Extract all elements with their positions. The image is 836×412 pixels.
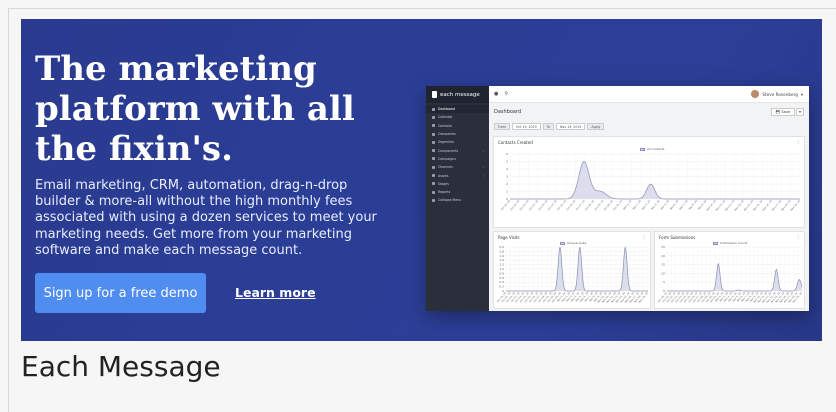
brand-logo-icon xyxy=(432,91,437,98)
sidebar-item-dashboard[interactable]: Dashboard xyxy=(426,105,489,114)
sidebar-item-companies[interactable]: Companies xyxy=(426,130,489,138)
user-name: Steve Rosenberg xyxy=(762,91,798,97)
y-tick-label: 1.6 xyxy=(499,254,504,258)
app-brand: each message xyxy=(426,86,489,103)
sidebar-item-label: Contacts xyxy=(438,123,453,128)
y-tick-label: 1.8 xyxy=(499,249,504,253)
y-tick-label: 2 xyxy=(506,182,508,186)
y-tick-label: 20 xyxy=(661,254,665,258)
sidebar-item-label: Companies xyxy=(438,132,456,137)
stages-icon xyxy=(432,182,435,186)
sidebar-item-assets[interactable]: Assets › xyxy=(426,171,489,179)
hero-title: The marketing platform with all the fixi… xyxy=(35,49,355,169)
assets-icon xyxy=(432,174,435,178)
save-button[interactable]: 💾 Save xyxy=(770,108,795,116)
brand-name: each message xyxy=(440,91,480,98)
app-topbar: each message ● ⚲ Steve Rosenberg ▾ xyxy=(426,86,809,103)
y-tick-label: 3 xyxy=(506,175,508,179)
series-area xyxy=(667,263,802,291)
hero-description: Email marketing, CRM, automation, drag-n… xyxy=(35,178,377,258)
y-tick-label: 5 xyxy=(663,280,665,284)
sidebar-nav: Dashboard Calendar Contacts Companies Segmen… xyxy=(426,103,489,311)
page-visits-panel: Page Visits ⋮ Unique visits 2.0 1.8 1.6 1.4… xyxy=(493,231,651,309)
sidebar-item-collapse-menu[interactable]: Collapse Menu xyxy=(426,196,489,204)
series-area xyxy=(510,161,800,199)
sidebar-item-campaigns[interactable]: Campaigns xyxy=(426,155,489,163)
signup-demo-button[interactable]: Sign up for a free demo xyxy=(35,273,206,313)
dashboard-main: Dashboard 💾 Save ▾ From Oct 19, 2019 To … xyxy=(489,103,809,311)
reports-icon xyxy=(432,190,435,194)
y-tick-label: 1.2 xyxy=(499,263,504,267)
to-date-input[interactable]: Nov 19, 2019 xyxy=(555,123,586,130)
collapse-icon xyxy=(432,198,435,202)
hero-banner: The marketing platform with all the fixi… xyxy=(21,19,822,341)
sidebar-item-label: Segments xyxy=(438,140,455,145)
user-menu[interactable]: Steve Rosenberg ▾ xyxy=(751,90,803,98)
y-tick-label: 0.2 xyxy=(499,285,504,289)
chevron-right-icon: › xyxy=(482,148,484,153)
components-icon xyxy=(432,149,435,153)
chevron-down-icon: ▾ xyxy=(800,91,803,97)
sidebar-item-label: Calendar xyxy=(438,115,453,120)
sidebar-item-segments[interactable]: Segments xyxy=(426,138,489,146)
page-visits-chart: 2.01.81.61.41.21.00.80.60.40.20Oct 19, 1… xyxy=(496,245,649,304)
y-tick-label: 5 xyxy=(506,160,508,164)
segments-icon xyxy=(432,140,435,144)
y-tick-label: 0.8 xyxy=(499,271,504,275)
sidebar-item-stages[interactable]: Stages xyxy=(426,180,489,188)
dashboard-icon xyxy=(432,107,435,111)
search-icon[interactable]: ⚲ xyxy=(504,91,508,97)
from-label: From xyxy=(494,123,510,130)
to-label: To xyxy=(542,123,554,130)
sidebar-item-label: Stages xyxy=(438,181,449,186)
save-dropdown-toggle[interactable]: ▾ xyxy=(796,108,804,116)
y-tick-label: 1.0 xyxy=(499,267,504,271)
sidebar-item-label: Components xyxy=(438,148,459,153)
x-tick-label: Oct 31, 19 xyxy=(613,199,624,211)
apply-button[interactable]: Apply xyxy=(587,123,605,130)
y-tick-label: 1 xyxy=(506,190,508,194)
y-tick-label: 2.0 xyxy=(499,245,504,249)
y-tick-label: 6 xyxy=(506,152,508,156)
bell-icon[interactable]: ● xyxy=(494,91,498,97)
sidebar-item-label: Campaigns xyxy=(438,156,456,161)
form-submissions-panel: Form Submissions ⋮ Submission Count 25 20… xyxy=(654,231,805,309)
avatar xyxy=(751,90,760,98)
x-tick-label: Nov 19, 19 xyxy=(790,199,801,211)
channels-icon xyxy=(432,165,435,169)
chevron-right-icon: › xyxy=(482,165,484,170)
page-title: Dashboard xyxy=(494,109,522,115)
y-tick-label: 0.6 xyxy=(499,276,504,280)
learn-more-link[interactable]: Learn more xyxy=(235,285,316,300)
sidebar-item-label: Assets xyxy=(438,173,449,178)
calendar-icon xyxy=(432,115,435,119)
y-tick-label: 25 xyxy=(661,245,665,249)
dashboard-screenshot: each message ● ⚲ Steve Rosenberg ▾ Dashb… xyxy=(426,86,809,311)
sidebar-item-label: Collapse Menu xyxy=(438,198,462,203)
sidebar-item-channels[interactable]: Channels › xyxy=(426,163,489,171)
form-submissions-chart: 2520151050Oct 19, 19Oct 20, 19Oct 21, 19… xyxy=(657,245,803,304)
y-tick-label: 0.4 xyxy=(499,280,504,284)
chevron-right-icon: › xyxy=(482,173,484,178)
y-tick-label: 1.4 xyxy=(499,258,504,262)
from-date-input[interactable]: Oct 19, 2019 xyxy=(511,123,541,130)
card-caption: Each Message xyxy=(21,350,221,383)
y-tick-label: 10 xyxy=(661,271,665,275)
campaigns-icon xyxy=(432,157,435,161)
sidebar-item-label: Reports xyxy=(438,190,451,195)
y-tick-label: 4 xyxy=(506,167,508,171)
sidebar-item-components[interactable]: Components › xyxy=(426,146,489,154)
sidebar-item-contacts[interactable]: Contacts xyxy=(426,122,489,130)
contacts-created-panel: Contacts Created ⋮ All contacts 6543210O… xyxy=(493,136,805,228)
sidebar-item-reports[interactable]: Reports xyxy=(426,188,489,196)
series-line xyxy=(667,262,803,292)
sidebar-item-label: Dashboard xyxy=(438,107,456,112)
y-tick-label: 15 xyxy=(661,263,665,267)
sidebar-item-calendar[interactable]: Calendar xyxy=(426,113,489,121)
sidebar-item-label: Channels xyxy=(438,165,453,170)
date-filter: From Oct 19, 2019 To Nov 19, 2019 Apply xyxy=(494,123,605,130)
companies-icon xyxy=(432,132,435,136)
contacts-created-chart: 6543210Oct 19, 19 Oct 20, 19 Oct 21, 19 Oct… xyxy=(500,152,801,212)
contacts-icon xyxy=(432,124,435,128)
